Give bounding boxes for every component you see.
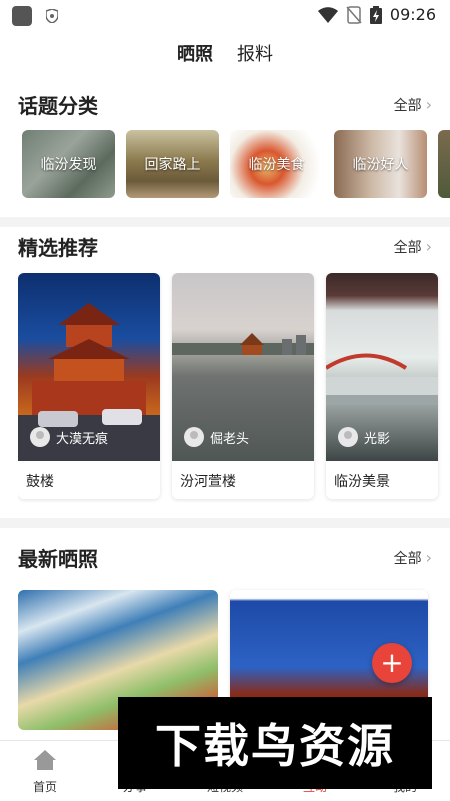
topics-header: 话题分类 全部 › — [18, 90, 432, 119]
author: 大漠无痕 — [30, 427, 108, 447]
chevron-right-icon: › — [425, 95, 432, 114]
topic-way-home[interactable]: 回家路上 — [126, 130, 219, 198]
topic-label: 临汾美食 — [248, 157, 305, 173]
featured-photo: 大漠无痕 — [18, 273, 160, 461]
topic-good-people[interactable]: 临汾好人 — [334, 130, 427, 198]
author: 光影 — [338, 427, 390, 447]
no-sim-icon — [346, 5, 362, 24]
shield-icon — [46, 9, 58, 23]
nav-label: 首页 — [32, 780, 57, 794]
section-divider — [0, 217, 450, 227]
tab-report[interactable]: 报料 — [237, 38, 273, 72]
featured-card[interactable]: 光影 临汾美景 — [326, 273, 438, 499]
featured-caption: 临汾美景 — [334, 474, 390, 490]
avatar-icon — [30, 427, 50, 447]
section-divider — [0, 518, 450, 528]
topic-list: 临汾发现 回家路上 临汾美食 临汾好人 — [22, 130, 450, 200]
topic-label: 临汾好人 — [352, 157, 409, 173]
latest-header: 最新晒照 全部 › — [18, 543, 432, 572]
nav-home[interactable]: 首页 — [10, 741, 80, 801]
battery-icon — [369, 5, 382, 24]
topics-more-label: 全部 — [393, 97, 422, 114]
latest-more-label: 全部 — [393, 550, 422, 567]
featured-more-label: 全部 — [393, 239, 422, 256]
home-icon — [34, 750, 56, 770]
app-notification-icon — [12, 6, 32, 26]
author: 倔老头 — [184, 427, 249, 447]
featured-photo: 光影 — [326, 273, 438, 461]
tab-photos[interactable]: 晒照 — [177, 38, 213, 72]
featured-caption: 汾河萱楼 — [180, 474, 236, 490]
featured-card[interactable]: 大漠无痕 鼓楼 — [18, 273, 160, 499]
topic-label: 回家路上 — [144, 157, 201, 173]
topic-label: 临汾发现 — [40, 157, 97, 173]
featured-more-link[interactable]: 全部 › — [394, 237, 432, 257]
author-name: 光影 — [364, 431, 391, 447]
latest-title: 最新晒照 — [18, 547, 98, 571]
featured-header: 精选推荐 全部 › — [18, 232, 432, 261]
topics-title: 话题分类 — [18, 94, 98, 118]
featured-caption: 鼓楼 — [26, 474, 54, 490]
chevron-right-icon: › — [425, 548, 432, 567]
avatar-icon — [184, 427, 204, 447]
featured-photo: 倔老头 — [172, 273, 314, 461]
featured-list: 大漠无痕 鼓楼 倔老头 汾河萱楼 光影 临汾美景 — [18, 273, 450, 503]
featured-card[interactable]: 倔老头 汾河萱楼 — [172, 273, 314, 499]
top-tabs: 晒照 报料 — [0, 38, 450, 72]
watermark-banner: 下载鸟资源 — [118, 697, 432, 789]
status-bar: 09:26 — [0, 0, 450, 32]
chevron-right-icon: › — [425, 237, 432, 256]
wifi-icon — [317, 6, 338, 23]
topic-food[interactable]: 临汾美食 — [230, 130, 323, 198]
featured-title: 精选推荐 — [18, 236, 98, 260]
latest-more-link[interactable]: 全部 › — [394, 548, 432, 568]
clock: 09:26 — [389, 5, 436, 24]
author-name: 倔老头 — [210, 431, 250, 447]
topic-more[interactable] — [438, 130, 450, 198]
topics-more-link[interactable]: 全部 › — [394, 95, 432, 115]
avatar-icon — [338, 427, 358, 447]
author-name: 大漠无痕 — [56, 431, 109, 447]
topic-discover[interactable]: 临汾发现 — [22, 130, 115, 198]
add-post-button[interactable]: + — [372, 643, 412, 683]
